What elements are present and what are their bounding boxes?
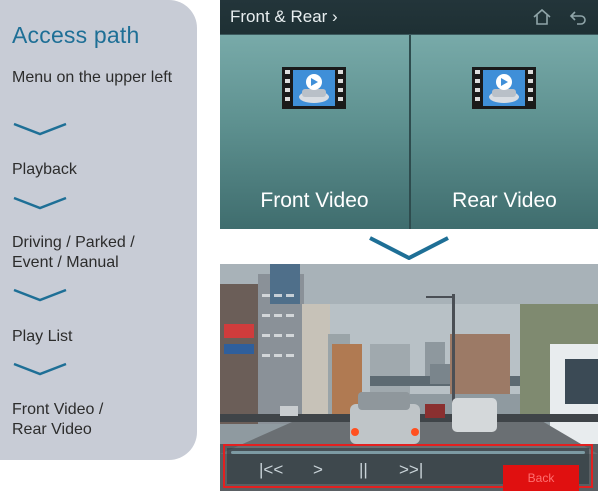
step-playback: Playback <box>12 161 77 178</box>
access-path-card: Access path Menu on the upper left Playb… <box>0 0 197 460</box>
screen-header: Front & Rear › <box>220 0 598 35</box>
chevron-down-icon <box>13 196 67 210</box>
screen-title: Front & Rear › <box>230 7 338 27</box>
rewind-button[interactable]: |<< <box>259 460 283 480</box>
step-recording-type: Driving / Parked / Event / Manual <box>12 234 135 271</box>
player-controls-highlight: |<< > || >>| Back <box>223 444 593 491</box>
front-video-tile[interactable]: Front Video <box>220 35 409 229</box>
play-button[interactable]: > <box>313 460 323 480</box>
rear-video-tile[interactable]: Rear Video <box>411 35 598 229</box>
video-car-icon <box>282 67 346 109</box>
chevron-down-icon <box>369 236 449 260</box>
front-video-label: Front Video <box>260 189 369 212</box>
pause-button[interactable]: || <box>359 460 368 480</box>
player-controls: |<< > || >>| Back <box>227 448 589 491</box>
step-play-list: Play List <box>12 328 73 345</box>
progress-track[interactable] <box>231 451 585 454</box>
screen-title-text: Front & Rear <box>230 7 328 26</box>
chevron-down-icon <box>13 362 67 376</box>
back-arrow-icon[interactable] <box>568 8 588 26</box>
back-button[interactable]: Back <box>503 465 579 491</box>
forward-button[interactable]: >>| <box>399 460 423 480</box>
title-chevron-icon: › <box>332 7 338 26</box>
rear-video-label: Rear Video <box>452 189 557 212</box>
home-icon[interactable] <box>532 8 552 26</box>
chevron-down-icon <box>13 122 67 136</box>
front-rear-menu-screen: Front & Rear › Front Video Rear Video <box>220 0 598 229</box>
step-front-rear: Front Video / Rear Video <box>12 401 104 438</box>
access-path-title: Access path <box>12 22 140 48</box>
step-menu: Menu on the upper left <box>12 69 173 86</box>
chevron-down-icon <box>13 288 67 302</box>
video-car-icon <box>472 67 536 109</box>
